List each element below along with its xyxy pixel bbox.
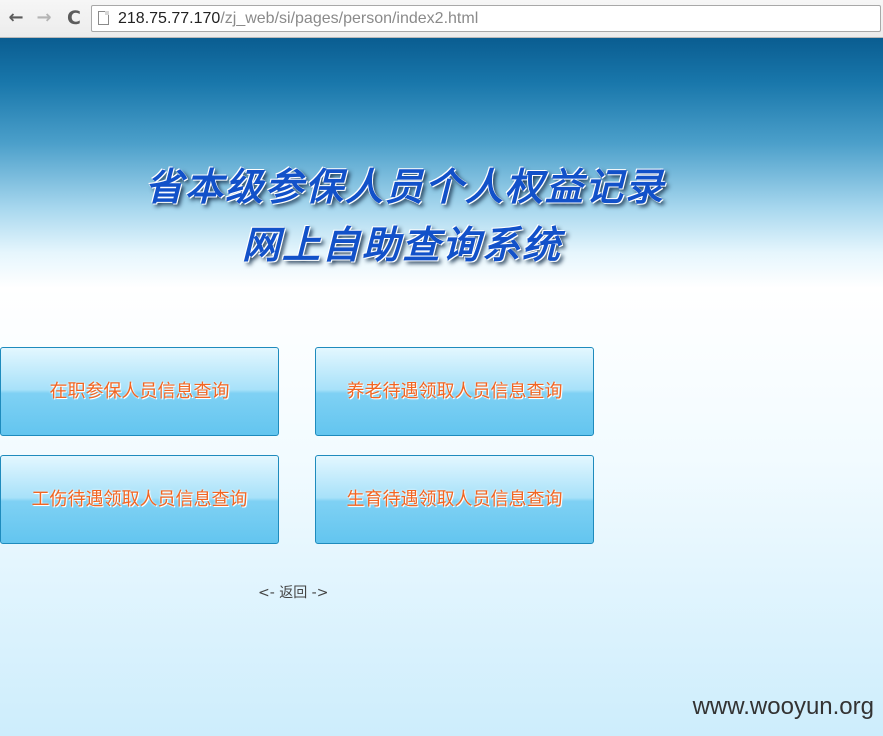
page-subtitle: 网上自助查询系统 [241, 222, 562, 267]
forward-arrow-icon[interactable]: → [32, 6, 56, 30]
watermark: www.wooyun.org [692, 693, 874, 720]
injury-query-button[interactable]: 工伤待遇领取人员信息查询 [0, 455, 279, 544]
page-content: 省本级参保人员个人权益记录 网上自助查询系统 在职参保人员信息查询 养老待遇领取… [0, 38, 883, 736]
address-bar[interactable]: 218.75.77.170/zj_web/si/pages/person/ind… [91, 5, 881, 32]
back-link[interactable]: <- 返回 -> [258, 582, 328, 602]
browser-window: ← → C 218.75.77.170/zj_web/si/pages/pers… [0, 0, 883, 736]
page-title: 省本级参保人员个人权益记录 [144, 164, 665, 209]
page-icon [98, 11, 109, 25]
reload-icon[interactable]: C [62, 6, 86, 30]
back-arrow-icon[interactable]: ← [4, 6, 28, 30]
url-host: 218.75.77.170 [118, 10, 221, 27]
pension-query-button[interactable]: 养老待遇领取人员信息查询 [315, 347, 594, 436]
maternity-query-button[interactable]: 生育待遇领取人员信息查询 [315, 455, 594, 544]
url-text[interactable]: 218.75.77.170/zj_web/si/pages/person/ind… [118, 9, 478, 29]
on-job-query-button[interactable]: 在职参保人员信息查询 [0, 347, 279, 436]
url-path: /zj_web/si/pages/person/index2.html [220, 10, 479, 27]
browser-toolbar: ← → C 218.75.77.170/zj_web/si/pages/pers… [0, 0, 883, 38]
